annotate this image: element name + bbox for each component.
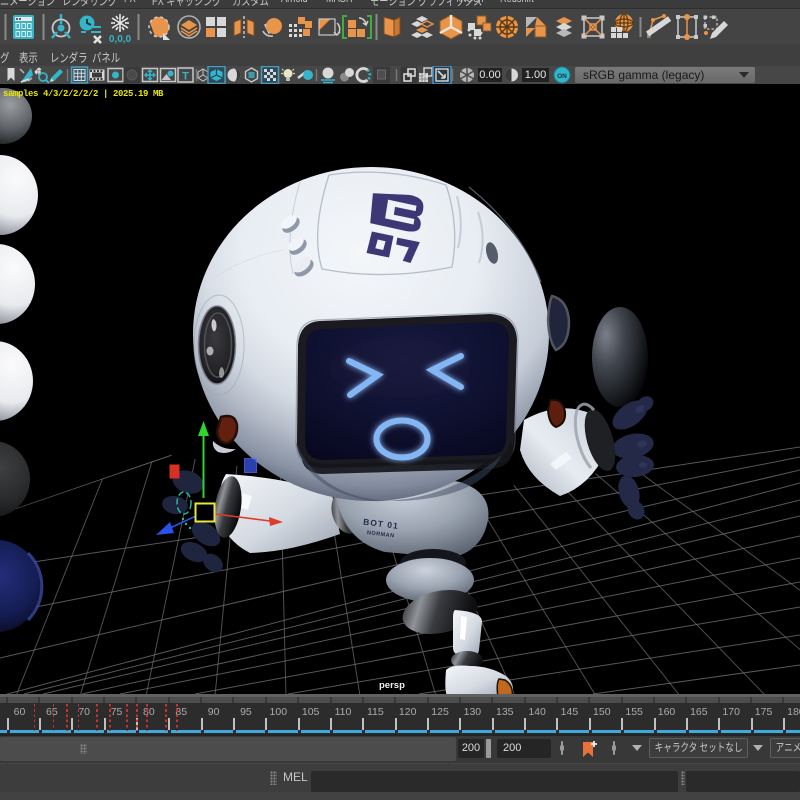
svg-text:ON: ON bbox=[557, 73, 567, 80]
svg-text:T: T bbox=[182, 71, 189, 83]
svg-text:persp: persp bbox=[379, 680, 405, 691]
